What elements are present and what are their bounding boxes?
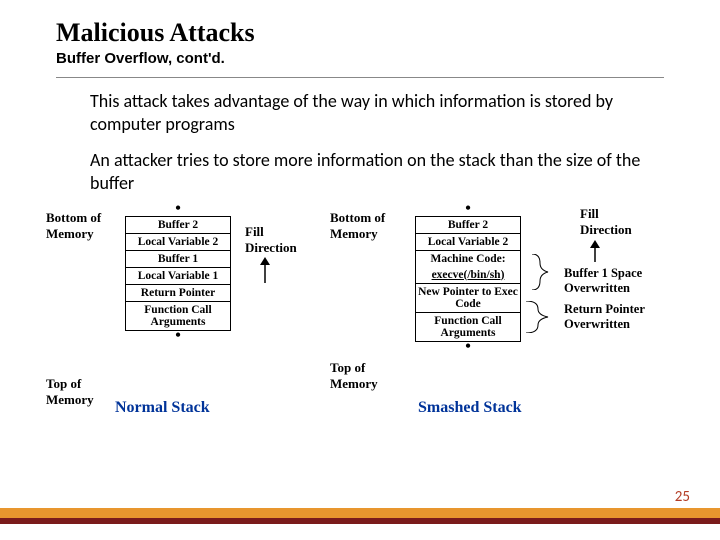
page-title: Malicious Attacks — [0, 0, 720, 48]
stack-row: Machine Code: — [415, 251, 521, 267]
arrow-up-icon — [588, 240, 602, 262]
footer-bars — [0, 508, 720, 524]
label-top-memory-right: Top of Memory — [330, 360, 390, 392]
stack-row: execve(/bin/sh) — [415, 267, 521, 284]
diagram-area: Bottom of Memory Top of Memory • Buffer … — [0, 204, 720, 464]
stack-row: Local Variable 2 — [415, 234, 521, 251]
footer-bar-orange — [0, 508, 720, 518]
normal-stack-caption: Normal Stack — [115, 399, 210, 417]
stack-row: Local Variable 1 — [125, 268, 231, 285]
stack-row: Local Variable 2 — [125, 234, 231, 251]
stack-row: Buffer 2 — [125, 216, 231, 234]
stack-row: Buffer 1 — [125, 251, 231, 268]
stack-row: Buffer 2 — [415, 216, 521, 234]
stack-row: New Pointer to Exec Code — [415, 284, 521, 313]
note-return-pointer-overwritten: Return Pointer Overwritten — [564, 302, 664, 332]
normal-stack: • Buffer 2 Local Variable 2 Buffer 1 Loc… — [125, 204, 231, 343]
label-bottom-memory-right: Bottom of Memory — [330, 210, 390, 242]
paragraph-1: This attack takes advantage of the way i… — [0, 78, 720, 137]
stack-dots-bottom: • — [125, 331, 231, 343]
label-top-memory-left: Top of Memory — [46, 376, 106, 408]
page-subtitle: Buffer Overflow, cont'd. — [0, 48, 720, 67]
arrow-up-icon — [258, 257, 272, 283]
stack-dots-top: • — [415, 204, 521, 216]
footer-bar-maroon — [0, 518, 720, 524]
fill-direction-label-left: Fill Direction — [245, 224, 305, 256]
fill-direction-label-right: Fill Direction — [580, 206, 640, 238]
smashed-stack: • Buffer 2 Local Variable 2 Machine Code… — [415, 204, 521, 354]
stack-dots-top: • — [125, 204, 231, 216]
brace-icon — [524, 301, 558, 333]
paragraph-2: An attacker tries to store more informat… — [0, 137, 720, 196]
label-bottom-memory-left: Bottom of Memory — [46, 210, 106, 242]
brace-icon — [530, 254, 558, 290]
stack-dots-bottom: • — [415, 342, 521, 354]
stack-row: Return Pointer — [125, 285, 231, 302]
note-buffer-overwritten: Buffer 1 Space Overwritten — [564, 266, 664, 296]
page-number: 25 — [675, 488, 690, 506]
smashed-stack-caption: Smashed Stack — [418, 399, 522, 417]
